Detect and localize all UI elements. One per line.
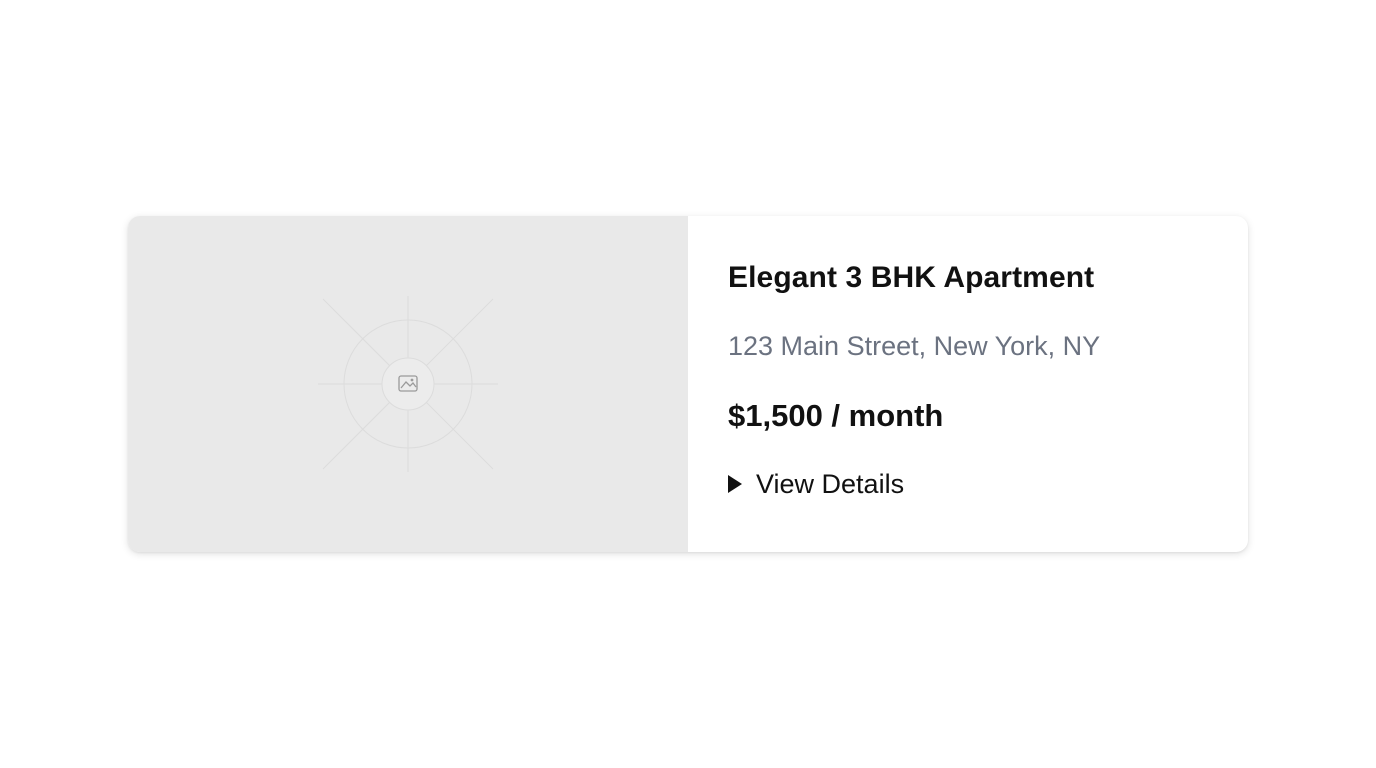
listing-address: 123 Main Street, New York, NY [728,331,1101,361]
view-details-toggle[interactable]: View Details [728,468,1208,500]
listing-title: Elegant 3 BHK Apartment [728,261,1095,294]
listing-card: Elegant 3 BHK Apartment 123 Main Street,… [128,216,1248,552]
page: Elegant 3 BHK Apartment 123 Main Street,… [0,0,1376,768]
disclosure-triangle-icon [728,475,742,493]
listing-info: Elegant 3 BHK Apartment 123 Main Street,… [688,216,1248,552]
view-details-label: View Details [756,469,905,499]
listing-image-placeholder [128,216,688,552]
image-placeholder-icon [318,296,498,472]
listing-price: $1,500 / month [728,398,944,433]
